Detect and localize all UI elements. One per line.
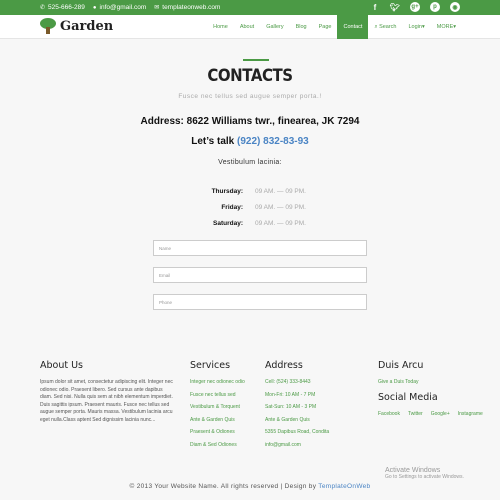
copyright-link[interactable]: TemplateOnWeb bbox=[318, 483, 370, 490]
hours-time: 09 AM. — 09 PM. bbox=[255, 219, 306, 227]
address-line: Ante & Garden Quis bbox=[265, 416, 310, 423]
main-menu: Home About Gallery Blog Page Contact ⌕ S… bbox=[207, 15, 462, 39]
google-icon[interactable]: g+ bbox=[410, 2, 420, 12]
hours-day: Thursday: bbox=[211, 187, 243, 195]
talk-label: Let’s talk bbox=[191, 136, 235, 147]
address-line: Cell: (524) 333-8443 bbox=[265, 379, 311, 385]
menu-about[interactable]: About bbox=[234, 15, 260, 39]
hours-row: Friday: 09 AM. — 09 PM. bbox=[203, 199, 323, 215]
logo[interactable]: Garden bbox=[40, 18, 113, 34]
footer-about: About Us Ipsum dolor sit amet, consectet… bbox=[40, 360, 175, 424]
website-item[interactable]: ✉ templateonweb.com bbox=[154, 4, 220, 11]
service-link[interactable]: Vestibulum & Torquent bbox=[190, 404, 245, 410]
footer-duis: Duis Arcu Give a Duis Today Social Media… bbox=[378, 360, 483, 417]
address-line: Mon-Fri: 10 AM - 7 PM bbox=[265, 391, 316, 398]
menu-contact[interactable]: Contact bbox=[337, 15, 369, 39]
name-field[interactable]: Name bbox=[153, 240, 367, 256]
footer-about-text: Ipsum dolor sit amet, consectetur adipis… bbox=[40, 379, 173, 423]
page-subtitle: Fusce nec tellus sed augue semper porta.… bbox=[178, 93, 322, 100]
contact-address: Address: 8622 Williams twr., finearea, J… bbox=[140, 116, 360, 127]
menu-page[interactable]: Page bbox=[313, 15, 338, 39]
footer: About Us Ipsum dolor sit amet, consectet… bbox=[0, 360, 500, 480]
top-contact-info: ✆ 525-666-289 ● info@gmail.com ✉ templat… bbox=[40, 4, 220, 11]
service-link[interactable]: Diam & Sed Odiones bbox=[190, 442, 245, 448]
footer-address: Address Cell: (524) 333-8443 Mon-Fri: 10… bbox=[265, 360, 329, 454]
hours-day: Saturday: bbox=[213, 219, 243, 227]
email-item[interactable]: ● info@gmail.com bbox=[93, 4, 146, 11]
phone-item: ✆ 525-666-289 bbox=[40, 4, 85, 11]
menu-search[interactable]: ⌕ Search bbox=[368, 15, 402, 39]
opening-hours: Thursday: 09 AM. — 09 PM. Friday: 09 AM.… bbox=[203, 183, 323, 231]
contact-phone[interactable]: (922) 832-83-93 bbox=[237, 136, 309, 147]
hours-time: 09 AM. — 09 PM. bbox=[255, 203, 306, 211]
footer-duis-title: Duis Arcu bbox=[378, 360, 424, 371]
menu-search-label: Search bbox=[379, 24, 397, 30]
windows-activation-watermark: Activate Windows Go to Settings to activ… bbox=[385, 467, 464, 480]
address-line: 5355 Dapibus Road, Condita bbox=[265, 429, 330, 435]
instagram-link[interactable]: Instagrame bbox=[458, 411, 483, 417]
service-link[interactable]: Integer nec odionec odio bbox=[190, 379, 245, 385]
menu-login-label: Login bbox=[408, 24, 422, 30]
phone-text: 525-666-289 bbox=[48, 4, 85, 11]
menu-blog[interactable]: Blog bbox=[290, 15, 313, 39]
email-text[interactable]: info@gmail.com bbox=[100, 4, 147, 11]
copyright-text: © 2013 Your Website Name. All rights res… bbox=[129, 483, 317, 490]
footer-services: Services Integer nec odionec odio Fusce … bbox=[190, 360, 245, 454]
mail-icon: ✉ bbox=[154, 5, 160, 11]
title-accent-line bbox=[243, 59, 269, 61]
page-title: CONTACTS bbox=[207, 66, 293, 86]
watermark-sub: Go to Settings to activate Windows. bbox=[385, 474, 464, 480]
caret-down-icon: ▾ bbox=[453, 24, 456, 30]
navbar: Garden Home About Gallery Blog Page Cont… bbox=[0, 15, 500, 39]
phone-field[interactable]: Phone bbox=[153, 294, 367, 310]
phone-icon: ✆ bbox=[40, 5, 46, 11]
service-link[interactable]: Praesent & Odiones bbox=[190, 429, 245, 435]
footer-services-title: Services bbox=[190, 360, 231, 371]
chat-icon: ● bbox=[92, 4, 97, 11]
menu-more-label: MORE bbox=[436, 24, 454, 30]
footer-social-links: Facebook Twitter Google+ Instagrame bbox=[378, 411, 483, 417]
contact-talk: Let’s talk (922) 832-83-93 bbox=[0, 136, 500, 147]
twitter-link[interactable]: Twitter bbox=[408, 411, 423, 417]
duis-link[interactable]: Give a Duis Today bbox=[378, 379, 483, 385]
twitter-icon[interactable]: 🐦︎ bbox=[390, 2, 400, 12]
footer-about-title: About Us bbox=[40, 360, 84, 371]
top-bar: ✆ 525-666-289 ● info@gmail.com ✉ templat… bbox=[0, 0, 500, 15]
menu-login[interactable]: Login ▾ bbox=[403, 15, 431, 39]
email-field[interactable]: Email bbox=[153, 267, 367, 283]
facebook-link[interactable]: Facebook bbox=[378, 411, 400, 417]
facebook-icon[interactable]: f bbox=[370, 2, 380, 12]
rss-icon[interactable]: ◉ bbox=[450, 2, 460, 12]
menu-home[interactable]: Home bbox=[207, 15, 234, 39]
hours-row: Saturday: 09 AM. — 09 PM. bbox=[203, 215, 323, 231]
address-email[interactable]: info@gmail.com bbox=[265, 442, 329, 448]
tree-icon bbox=[40, 18, 56, 34]
hours-time: 09 AM. — 09 PM. bbox=[255, 187, 306, 195]
top-social: f 🐦︎ g+ p ◉ bbox=[370, 2, 460, 12]
watermark-title: Activate Windows bbox=[385, 467, 441, 474]
google-link[interactable]: Google+ bbox=[431, 411, 450, 417]
hours-row: Thursday: 09 AM. — 09 PM. bbox=[203, 183, 323, 199]
address-line: Sat-Sun: 10 AM - 3 PM bbox=[265, 404, 317, 410]
service-link[interactable]: Fusce nec tellus sed bbox=[190, 392, 245, 398]
service-link[interactable]: Ante & Garden Quis bbox=[190, 417, 245, 423]
footer-address-title: Address bbox=[265, 360, 303, 371]
menu-gallery[interactable]: Gallery bbox=[260, 15, 289, 39]
caret-down-icon: ▾ bbox=[421, 24, 425, 30]
menu-more[interactable]: MORE ▾ bbox=[431, 15, 462, 39]
copyright: © 2013 Your Website Name. All rights res… bbox=[0, 483, 500, 500]
hours-day: Friday: bbox=[221, 203, 243, 211]
pinterest-icon[interactable]: p bbox=[430, 2, 440, 12]
hours-heading: Vestibulum lacinia: bbox=[218, 159, 282, 166]
brand-name: Garden bbox=[60, 18, 114, 34]
website-text[interactable]: templateonweb.com bbox=[162, 4, 220, 11]
footer-social-title: Social Media bbox=[378, 391, 438, 403]
